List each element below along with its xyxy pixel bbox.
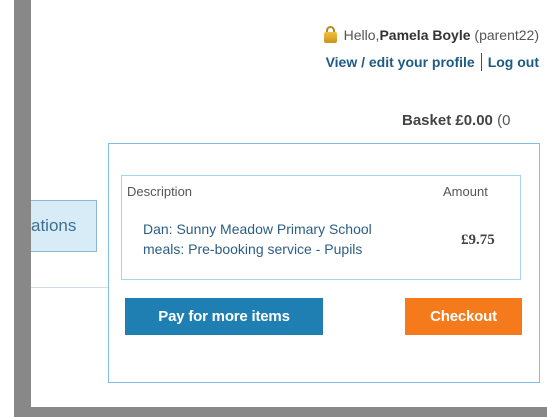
pay-for-more-items-button[interactable]: Pay for more items bbox=[125, 298, 323, 335]
left-page-margin bbox=[0, 0, 14, 417]
padlock-icon bbox=[323, 26, 337, 43]
username: (parent22) bbox=[474, 26, 539, 43]
basket-item-amount: £9.75 bbox=[461, 232, 495, 248]
basket-item-description: Dan: Sunny Meadow Primary School meals: … bbox=[143, 219, 433, 259]
nav-divider bbox=[31, 287, 108, 288]
account-links: View / edit your profile Log out bbox=[326, 53, 539, 71]
window-bottom-border bbox=[14, 407, 547, 417]
view-edit-profile-link[interactable]: View / edit your profile bbox=[326, 54, 475, 70]
link-separator bbox=[480, 53, 482, 71]
logout-link[interactable]: Log out bbox=[488, 54, 539, 70]
basket-summary[interactable]: Basket £0.00 (0 bbox=[402, 112, 510, 129]
column-header-amount: Amount bbox=[443, 184, 488, 199]
column-header-description: Description bbox=[127, 184, 193, 199]
greeting-prefix: Hello, bbox=[343, 26, 380, 43]
user-name: Pamela Boyle bbox=[379, 26, 471, 43]
basket-item-description-line2: meals: Pre-booking service - Pupils bbox=[143, 241, 363, 257]
checkout-button[interactable]: Checkout bbox=[405, 298, 522, 335]
basket-item-description-line1: Dan: Sunny Meadow Primary School bbox=[143, 221, 372, 237]
nav-tab-label[interactable]: ations bbox=[31, 216, 76, 236]
basket-count: (0 bbox=[497, 112, 511, 129]
user-greeting: Hello, Pamela Boyle (parent22) bbox=[323, 26, 539, 43]
basket-total: Basket £0.00 bbox=[402, 112, 493, 129]
window-left-border bbox=[14, 0, 31, 417]
